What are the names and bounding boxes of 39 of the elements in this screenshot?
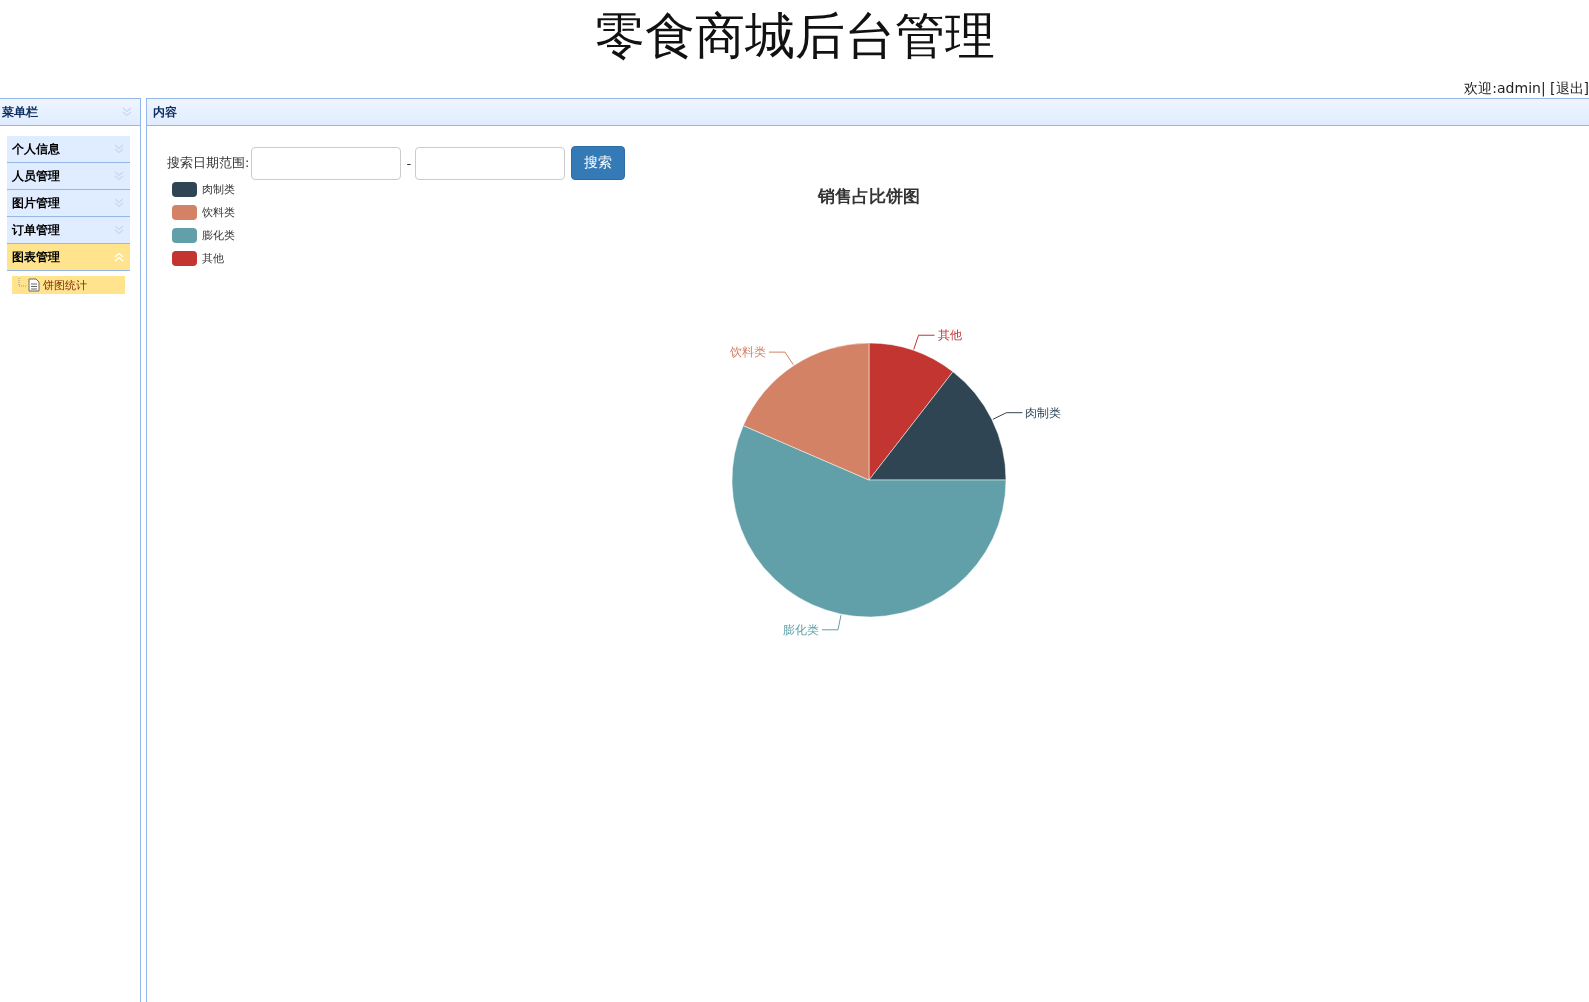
legend-swatch[interactable] [172,182,197,197]
legend-label[interactable]: 肉制类 [202,182,235,197]
expand-icon [114,171,124,181]
leader-line [992,412,1023,420]
sidebar-title: 菜单栏 [2,103,38,121]
menu-item[interactable]: 图表管理 [7,244,130,271]
range-separator: - [406,155,412,171]
content-title: 内容 [153,103,177,121]
menu-item[interactable]: 个人信息 [7,136,130,163]
welcome-text: 欢迎:admin| [退出] [1464,80,1589,98]
menu-item[interactable]: 订单管理 [7,217,130,244]
start-date-field[interactable] [251,146,402,180]
legend-swatch[interactable] [172,205,197,220]
slice-label: 饮料类 [730,345,766,360]
slice-label: 膨化类 [782,622,819,637]
expand-icon [114,144,124,154]
leader-line [913,334,936,350]
legend-swatch[interactable] [172,228,197,243]
document-icon [18,278,40,292]
page-title: 零食商城后台管理 [593,6,996,67]
leader-line [768,351,794,366]
date-range-label: 搜索日期范围: [167,154,250,172]
legend-label[interactable]: 膨化类 [202,228,235,243]
leader-line [821,614,842,631]
legend-label[interactable]: 其他 [202,251,224,266]
slice-label: 肉制类 [1025,405,1062,420]
collapse-icon [114,252,124,262]
legend-swatch[interactable] [172,251,197,266]
tree-item[interactable]: 饼图统计 [12,276,125,294]
slice-label: 其他 [937,328,962,343]
search-button[interactable]: 搜索 [571,146,626,180]
end-date-field[interactable] [415,146,566,180]
menu-item[interactable]: 人员管理 [7,163,130,190]
legend-label[interactable]: 饮料类 [202,205,235,220]
expand-icon [122,107,132,117]
expand-icon [114,198,124,208]
expand-icon [114,225,124,235]
chart-title: 销售占比饼图 [818,186,920,206]
menu-item[interactable]: 图片管理 [7,190,130,217]
